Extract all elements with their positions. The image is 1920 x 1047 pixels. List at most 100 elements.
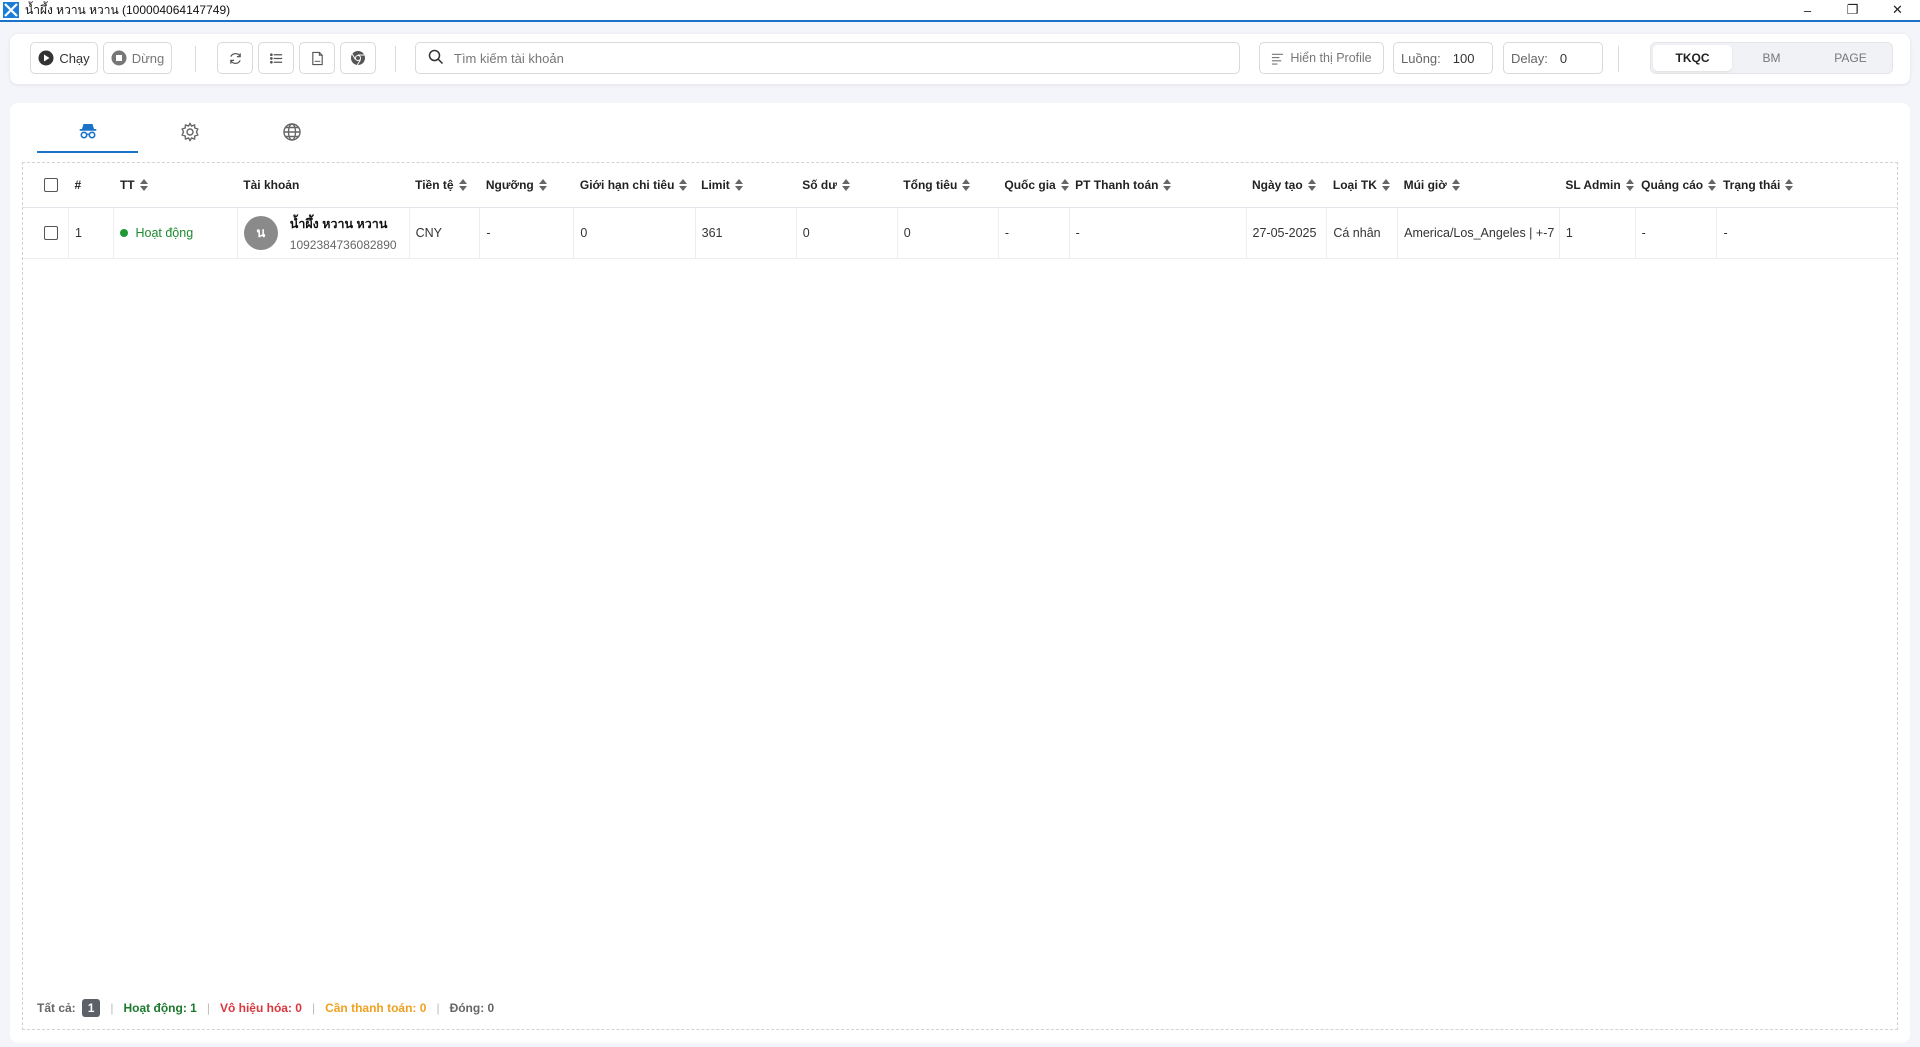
refresh-button[interactable] (217, 42, 253, 74)
toolbar-divider (195, 46, 196, 72)
app-logo-icon (3, 2, 19, 18)
sort-icon[interactable] (458, 178, 468, 192)
threads-label: Luồng: (1401, 50, 1441, 66)
col-timezone[interactable]: Múi giờ (1397, 163, 1560, 208)
show-profile-label: Hiển thị Profile (1290, 51, 1372, 65)
row-country: - (998, 207, 1070, 259)
col-total-spend[interactable]: Tổng tiêu (897, 163, 999, 208)
total-count-badge: 1 (81, 999, 101, 1017)
chrome-icon (350, 50, 366, 66)
sort-icon[interactable] (1060, 178, 1070, 192)
row-select-cell[interactable] (23, 207, 69, 259)
select-all-cell[interactable] (23, 163, 69, 208)
sort-icon[interactable] (1708, 178, 1717, 192)
globe-icon (282, 122, 302, 145)
minimize-button[interactable]: – (1785, 0, 1830, 21)
status-dot-icon (120, 229, 129, 238)
col-ads[interactable]: Quảng cáo (1635, 163, 1717, 208)
sort-icon[interactable] (1307, 178, 1317, 192)
refresh-icon (228, 51, 243, 66)
col-account-type[interactable]: Loại TK (1326, 163, 1398, 208)
col-balance[interactable]: Số dư (796, 163, 898, 208)
sort-icon[interactable] (962, 178, 971, 192)
gear-icon (180, 121, 200, 145)
row-limit: 361 (695, 207, 797, 259)
stop-label: Dừng (131, 50, 165, 66)
show-profile-button[interactable]: Hiển thị Profile (1259, 42, 1384, 74)
select-all-checkbox[interactable] (44, 178, 58, 193)
row-balance: 0 (796, 207, 898, 259)
view-switcher: TKQC BM PAGE (1650, 42, 1893, 74)
run-label: Chạy (59, 50, 90, 66)
list-button[interactable] (258, 42, 294, 74)
sort-icon[interactable] (1785, 178, 1794, 192)
restore-button[interactable]: ❐ (1830, 0, 1875, 21)
account-grid: # TT Tài khoản Tiền tệ Ngưỡng Giới hạn c… (22, 162, 1898, 1030)
close-button[interactable]: ✕ (1875, 0, 1920, 21)
accounts-table: # TT Tài khoản Tiền tệ Ngưỡng Giới hạn c… (23, 163, 1897, 259)
row-threshold: - (479, 207, 575, 259)
stop-button[interactable]: Dừng (103, 42, 172, 74)
active-count[interactable]: Hoạt động: 1 (124, 1001, 197, 1015)
export-button[interactable] (299, 42, 335, 74)
segment-page[interactable]: PAGE (1811, 45, 1890, 71)
window-title: น้ำผึ้ง หวาน หวาน (100004064147749) (25, 2, 231, 17)
account-id: 1092384736082890 (289, 237, 397, 252)
col-index: # (68, 163, 114, 208)
sort-icon[interactable] (1163, 178, 1172, 192)
delay-label: Delay: (1511, 50, 1548, 66)
play-icon (38, 50, 54, 66)
incognito-icon (78, 121, 98, 144)
col-threshold[interactable]: Ngưỡng (479, 163, 574, 208)
threads-value[interactable]: 100 (1453, 51, 1475, 66)
table-row[interactable]: 1 Hoạt động น น้ำผึ้ง หวาน หวาน 10923847… (23, 207, 1897, 259)
sort-icon[interactable] (734, 178, 744, 192)
row-checkbox[interactable] (44, 225, 58, 240)
sort-icon[interactable] (1381, 178, 1391, 192)
search-input[interactable] (454, 50, 1214, 66)
row-status: Hoạt động (113, 207, 238, 259)
tab-accounts[interactable] (37, 113, 138, 153)
search-box[interactable] (415, 42, 1240, 74)
col-country[interactable]: Quốc gia (998, 163, 1070, 208)
main-panel: # TT Tài khoản Tiền tệ Ngưỡng Giới hạn c… (10, 103, 1910, 1043)
row-timezone: America/Los_Angeles | +-7 (1397, 207, 1560, 259)
need-payment-count[interactable]: Cần thanh toán: 0 (325, 1001, 426, 1015)
closed-count[interactable]: Đóng: 0 (450, 1001, 495, 1015)
col-admin-count[interactable]: SL Admin (1559, 163, 1636, 208)
col-created[interactable]: Ngày tạo (1246, 163, 1327, 208)
title-bar: น้ำผึ้ง หวาน หวาน (100004064147749) – ❐ … (0, 0, 1920, 22)
delay-value[interactable]: 0 (1560, 51, 1567, 66)
sort-icon[interactable] (841, 178, 851, 192)
col-payment[interactable]: PT Thanh toán (1069, 163, 1246, 208)
sort-icon[interactable] (1625, 178, 1635, 192)
delay-field[interactable]: Delay: 0 (1503, 42, 1603, 74)
row-created: 27-05-2025 (1246, 207, 1328, 259)
search-icon (428, 49, 444, 68)
chrome-button[interactable] (340, 42, 376, 74)
col-spend-limit[interactable]: Giới hạn chi tiêu (573, 163, 696, 208)
col-limit[interactable]: Limit (695, 163, 797, 208)
col-tt[interactable]: TT (113, 163, 238, 208)
col-currency[interactable]: Tiền tệ (409, 163, 480, 208)
row-total-spend: 0 (897, 207, 999, 259)
row-index: 1 (68, 207, 115, 259)
tab-settings[interactable] (139, 113, 240, 153)
table-header: # TT Tài khoản Tiền tệ Ngưỡng Giới hạn c… (23, 163, 1897, 208)
col-state[interactable]: Trạng thái (1716, 163, 1897, 208)
segment-bm[interactable]: BM (1732, 45, 1811, 71)
segment-tkqc[interactable]: TKQC (1653, 45, 1732, 71)
sort-icon[interactable] (679, 178, 688, 192)
avatar: น (243, 215, 278, 250)
tab-bar (37, 113, 342, 153)
disabled-count[interactable]: Vô hiệu hóa: 0 (220, 1001, 302, 1015)
sort-icon[interactable] (1451, 178, 1461, 192)
filter-list-icon (1271, 52, 1284, 65)
row-account-type: Cá nhân (1326, 207, 1399, 259)
run-button[interactable]: Chạy (30, 42, 98, 74)
sort-icon[interactable] (538, 178, 548, 192)
threads-field[interactable]: Luồng: 100 (1393, 42, 1493, 74)
row-state: - (1716, 207, 1897, 259)
tab-proxy[interactable] (241, 113, 342, 153)
sort-icon[interactable] (139, 178, 149, 192)
